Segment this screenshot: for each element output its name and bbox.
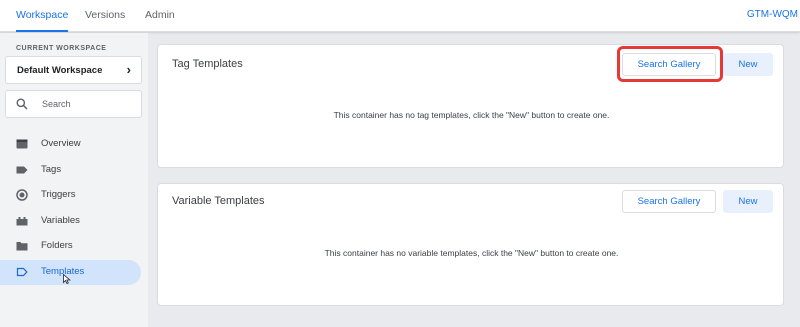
card-title: Tag Templates bbox=[172, 58, 243, 70]
tab-workspace[interactable]: Workspace bbox=[16, 0, 69, 32]
empty-message: This container has no variable templates… bbox=[324, 248, 619, 258]
trigger-icon bbox=[16, 189, 28, 201]
current-workspace-label: CURRENT WORKSPACE bbox=[16, 45, 107, 52]
tag-templates-card: Tag Templates Search Gallery New This co… bbox=[157, 44, 784, 168]
search-box[interactable] bbox=[5, 90, 142, 118]
sidebar-item-label: Tags bbox=[41, 164, 62, 175]
template-icon bbox=[16, 267, 28, 277]
new-button[interactable]: New bbox=[723, 190, 773, 213]
sidebar-item-triggers[interactable]: Triggers bbox=[0, 183, 141, 208]
container-id[interactable]: GTM-WQM bbox=[747, 0, 800, 30]
cursor-icon bbox=[63, 274, 71, 284]
sidebar-item-label: Overview bbox=[41, 138, 81, 149]
card-title: Variable Templates bbox=[172, 195, 265, 207]
tab-admin[interactable]: Admin bbox=[145, 0, 175, 32]
sidebar: CURRENT WORKSPACE Default Workspace › Ov… bbox=[0, 33, 148, 327]
sidebar-item-overview[interactable]: Overview bbox=[0, 132, 141, 157]
top-bar: Workspace Versions Admin GTM-WQM bbox=[0, 0, 800, 32]
search-input[interactable] bbox=[42, 96, 137, 112]
tab-versions[interactable]: Versions bbox=[85, 0, 125, 32]
overview-icon bbox=[16, 139, 28, 149]
new-button[interactable]: New bbox=[723, 53, 773, 76]
tag-icon bbox=[16, 166, 28, 174]
search-gallery-button[interactable]: Search Gallery bbox=[622, 190, 716, 213]
search-gallery-button[interactable]: Search Gallery bbox=[622, 53, 716, 76]
empty-message: This container has no tag templates, cli… bbox=[333, 110, 610, 120]
sidebar-item-label: Triggers bbox=[41, 189, 76, 200]
sidebar-item-folders[interactable]: Folders bbox=[0, 234, 141, 259]
sidebar-item-variables[interactable]: Variables bbox=[0, 209, 141, 234]
sidebar-item-label: Folders bbox=[41, 240, 73, 251]
variables-icon bbox=[16, 217, 28, 226]
workspace-name: Default Workspace bbox=[17, 65, 103, 76]
chevron-right-icon: › bbox=[126, 62, 131, 77]
sidebar-item-tags[interactable]: Tags bbox=[0, 158, 141, 183]
variable-templates-card: Variable Templates Search Gallery New Th… bbox=[157, 183, 784, 306]
folder-icon bbox=[16, 242, 28, 251]
workspace-selector[interactable]: Default Workspace › bbox=[5, 56, 142, 84]
sidebar-item-label: Variables bbox=[41, 215, 80, 226]
search-icon bbox=[16, 98, 28, 110]
